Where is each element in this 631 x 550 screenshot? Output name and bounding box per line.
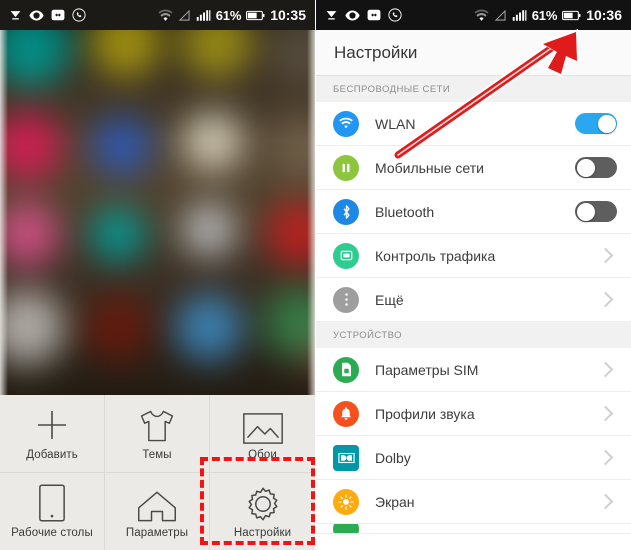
- settings-row-bluetooth[interactable]: Bluetooth: [316, 190, 631, 234]
- section-header-device: УСТРОЙСТВО: [316, 322, 631, 348]
- settings-row-more[interactable]: Ещё: [316, 278, 631, 322]
- plus-icon: [32, 405, 72, 445]
- right-status-notification-icons: [325, 8, 402, 22]
- dock-item-label: Параметры: [125, 527, 189, 540]
- chevron-right-icon: [597, 493, 614, 510]
- wallpaper-shade: [0, 30, 315, 395]
- bluetooth-icon: [333, 198, 359, 225]
- wifi-icon: [158, 9, 173, 21]
- mobile-networks-toggle[interactable]: [575, 157, 617, 178]
- section-header-wireless: БЕСПРОВОДНЫЕ СЕТИ: [316, 76, 631, 102]
- battery-percent-label: 61%: [531, 7, 558, 23]
- home-icon: [136, 483, 178, 523]
- right-status-system-icons: 61% 10:36: [474, 7, 622, 23]
- brightness-icon: [333, 488, 359, 515]
- phone-icon: [38, 483, 66, 523]
- settings-row-wlan[interactable]: WLAN: [316, 102, 631, 146]
- traffic-control-icon: [333, 242, 359, 269]
- clock-label: 10:36: [586, 7, 622, 23]
- signal-triangle-icon: [178, 9, 190, 21]
- chevron-right-icon: [597, 361, 614, 378]
- settings-row-mobile-networks[interactable]: Мобильные сети: [316, 146, 631, 190]
- settings-row-label: Dolby: [375, 449, 411, 466]
- chevron-right-icon: [597, 291, 614, 308]
- signal-bars-icon: [196, 9, 211, 21]
- left-status-notification-icons: [9, 8, 86, 22]
- settings-row-label: Параметры SIM: [375, 361, 479, 378]
- settings-row-label: Мобильные сети: [375, 159, 484, 176]
- settings-row-traffic-control[interactable]: Контроль трафика: [316, 234, 631, 278]
- download-icon: [326, 10, 337, 20]
- section-header-label: БЕСПРОВОДНЫЕ СЕТИ: [333, 83, 451, 95]
- viber-icon: [72, 8, 86, 22]
- home-screen-blurred: [0, 30, 315, 395]
- settings-row-label: Экран: [375, 493, 415, 510]
- dock-item-desktops[interactable]: Рабочие столы: [0, 472, 105, 550]
- signal-bars-icon: [512, 9, 527, 21]
- left-status-bar: 61% 10:35: [0, 0, 315, 30]
- eye-icon: [29, 10, 44, 20]
- wlan-toggle[interactable]: [575, 113, 617, 134]
- dock-item-wallpaper[interactable]: Обои: [210, 395, 315, 473]
- chevron-right-icon: [597, 247, 614, 264]
- battery-icon: [562, 10, 581, 20]
- toggle-knob: [576, 202, 595, 221]
- settings-row-label: Контроль трафика: [375, 247, 496, 264]
- data-transfer-icon: [367, 9, 381, 21]
- settings-row-label: Ещё: [375, 291, 404, 308]
- download-icon: [10, 10, 21, 20]
- wifi-icon: [333, 110, 359, 137]
- eye-icon: [345, 10, 360, 20]
- signal-triangle-icon: [494, 9, 506, 21]
- dock-item-parameters[interactable]: Параметры: [105, 472, 210, 550]
- mobile-network-icon: [333, 154, 359, 181]
- settings-row-sound-profiles[interactable]: Профили звука: [316, 392, 631, 436]
- left-phone-screenshot: 61% 10:35 Добавить Темы Обои Рабочие сто…: [0, 0, 315, 550]
- home-right-edge: [307, 30, 315, 395]
- home-edit-dock: Добавить Темы Обои Рабочие столы Парамет…: [0, 395, 315, 550]
- settings-row-label: Bluetooth: [375, 203, 435, 220]
- clock-label: 10:35: [270, 7, 306, 23]
- dock-item-label: Обои: [248, 449, 277, 462]
- battery-percent-label: 61%: [215, 7, 242, 23]
- screenshot-root: 61% 10:35 Добавить Темы Обои Рабочие сто…: [0, 0, 631, 550]
- dock-item-label: Настройки: [233, 527, 292, 540]
- dolby-icon: [333, 444, 359, 471]
- settings-row-dolby[interactable]: Dolby: [316, 436, 631, 480]
- dock-item-label: Добавить: [26, 449, 78, 462]
- settings-row-label: WLAN: [375, 115, 416, 132]
- page-title: Настройки: [316, 30, 631, 76]
- data-transfer-icon: [51, 9, 65, 21]
- settings-row-sim-parameters[interactable]: Параметры SIM: [316, 348, 631, 392]
- home-left-edge: [0, 30, 8, 395]
- sim-card-icon: [333, 356, 359, 383]
- dock-item-label: Темы: [142, 449, 172, 462]
- tshirt-icon: [137, 405, 177, 445]
- section-header-label: УСТРОЙСТВО: [333, 329, 402, 341]
- left-status-system-icons: 61% 10:35: [158, 7, 306, 23]
- settings-row-label: Профили звука: [375, 405, 475, 422]
- settings-row-partial[interactable]: [316, 524, 631, 534]
- dock-item-themes[interactable]: Темы: [105, 395, 210, 473]
- right-phone-screenshot: 61% 10:36 Настройки БЕСПРОВОДНЫЕ СЕТИ WL…: [316, 0, 631, 550]
- dock-item-label: Рабочие столы: [11, 527, 93, 540]
- partial-icon: [333, 524, 359, 533]
- more-dots-icon: [333, 286, 359, 313]
- settings-row-screen[interactable]: Экран: [316, 480, 631, 524]
- toggle-knob: [576, 158, 595, 177]
- viber-icon: [388, 8, 402, 22]
- page-title-text: Настройки: [334, 42, 418, 62]
- wifi-icon: [474, 9, 489, 21]
- right-status-bar: 61% 10:36: [316, 0, 631, 30]
- bell-icon: [333, 400, 359, 427]
- chevron-right-icon: [597, 449, 614, 466]
- picture-icon: [242, 405, 284, 445]
- chevron-right-icon: [597, 405, 614, 422]
- gear-icon: [244, 483, 282, 523]
- dock-item-add[interactable]: Добавить: [0, 395, 105, 473]
- dock-item-settings[interactable]: Настройки: [210, 473, 315, 550]
- bluetooth-toggle[interactable]: [575, 201, 617, 222]
- toggle-knob: [597, 114, 616, 133]
- battery-icon: [246, 10, 265, 20]
